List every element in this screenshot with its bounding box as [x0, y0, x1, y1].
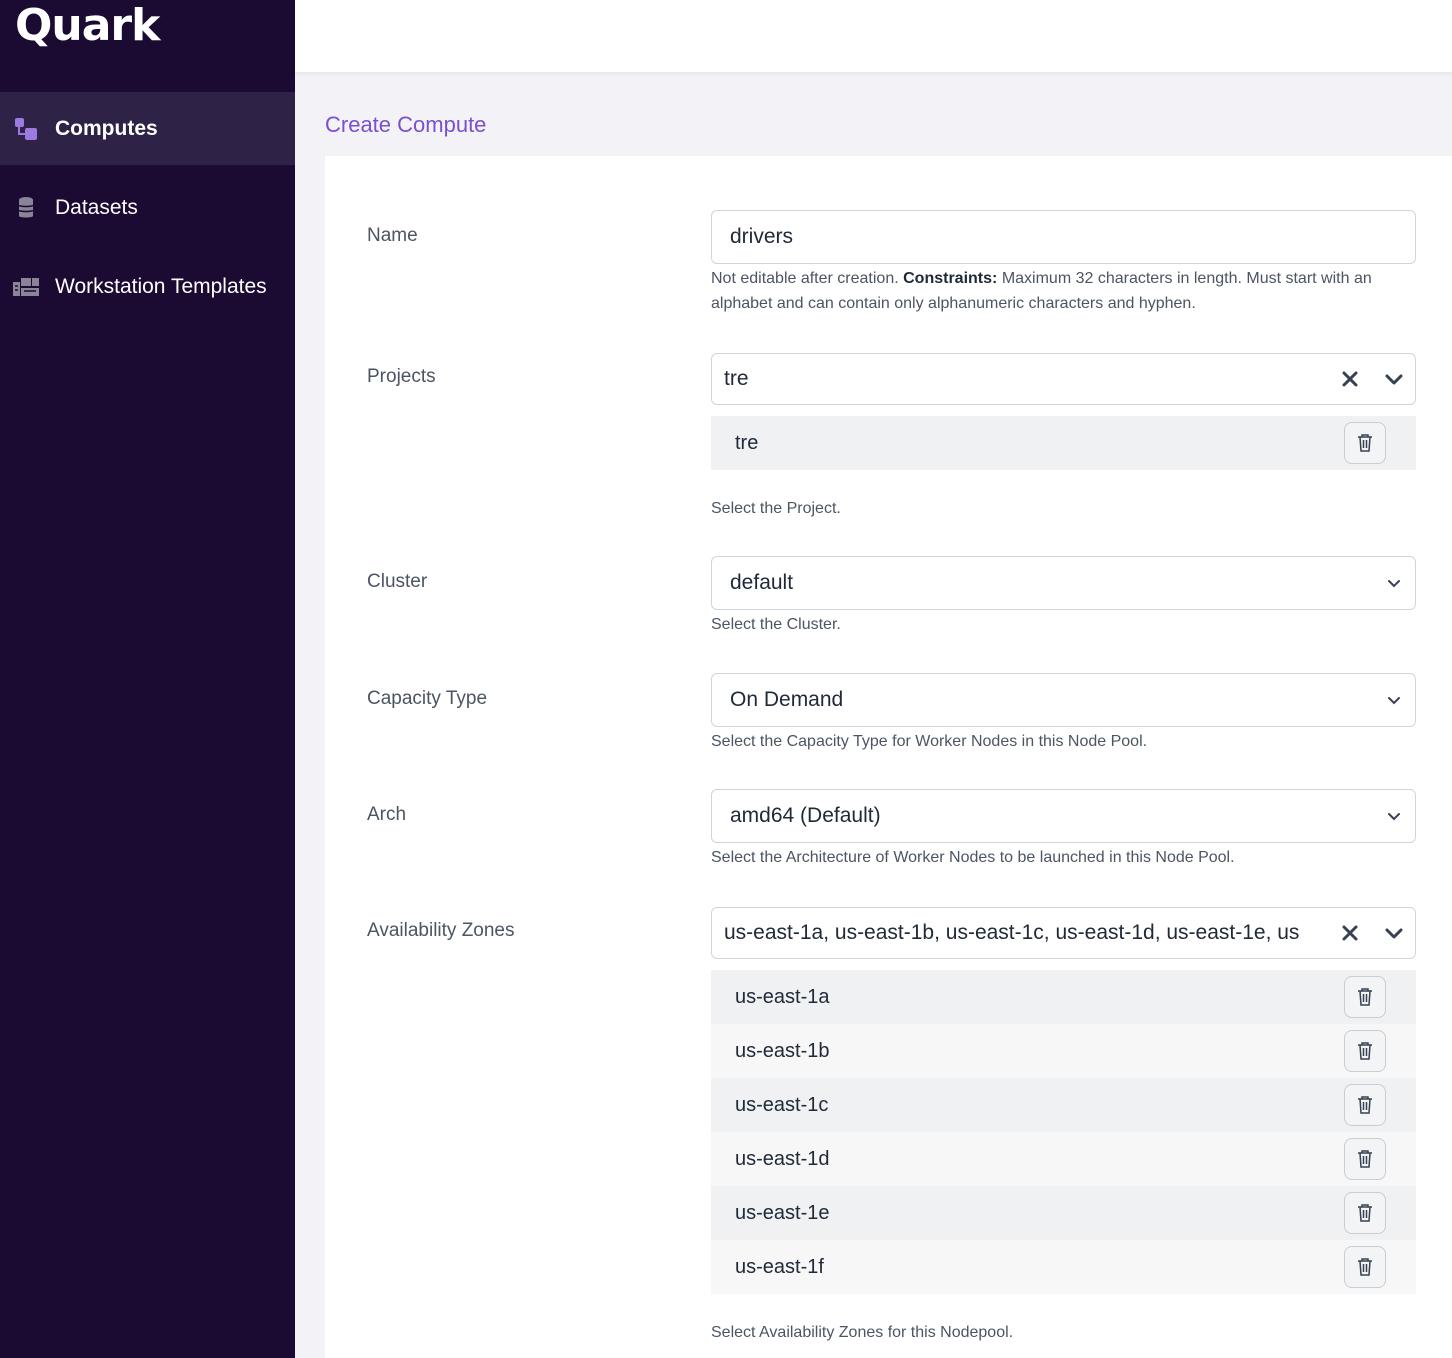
remove-zone-button[interactable] [1344, 1030, 1386, 1072]
cluster-select-value: default [730, 571, 794, 594]
capacity-type-select[interactable]: On Demand [711, 673, 1416, 727]
zone-chip: us-east-1e [711, 1186, 1416, 1240]
chevron-down-icon [1388, 813, 1400, 821]
remove-project-button[interactable] [1344, 422, 1386, 464]
arch-label: Arch [367, 804, 407, 825]
zone-chip-label: us-east-1a [735, 985, 830, 1008]
clear-icon[interactable] [1339, 368, 1361, 390]
sidebar-item-datasets[interactable]: Datasets [0, 171, 295, 244]
trash-icon [1358, 1042, 1372, 1060]
cluster-help: Select the Cluster. [711, 616, 841, 633]
app-logo[interactable]: Quark [15, 0, 160, 52]
availability-zones-help: Select Availability Zones for this Nodep… [711, 1324, 1014, 1341]
sidebar-item-computes[interactable]: Computes [0, 92, 295, 165]
project-chip-label: tre [735, 431, 759, 454]
name-label: Name [367, 225, 418, 246]
remove-zone-button[interactable] [1344, 1084, 1386, 1126]
zone-chip-label: us-east-1d [735, 1147, 830, 1170]
zone-chip: us-east-1c [711, 1078, 1416, 1132]
arch-select-value: amd64 (Default) [730, 804, 881, 827]
computes-icon [12, 115, 40, 143]
name-input[interactable]: drivers [711, 210, 1416, 264]
name-help: Not editable after creation. Constraints… [711, 266, 1416, 316]
sidebar-item-label: Computes [55, 116, 158, 140]
projects-select[interactable]: tre [711, 353, 1416, 405]
zone-chip: us-east-1d [711, 1132, 1416, 1186]
trash-icon [1358, 1204, 1372, 1222]
remove-zone-button[interactable] [1344, 1138, 1386, 1180]
name-input-value: drivers [730, 225, 794, 248]
availability-zones-label: Availability Zones [367, 920, 515, 941]
chevron-down-icon[interactable] [1383, 368, 1405, 390]
zone-chip: us-east-1a [711, 970, 1416, 1024]
projects-select-value: tre [724, 367, 749, 390]
capacity-type-help: Select the Capacity Type for Worker Node… [711, 733, 1148, 750]
trash-icon [1358, 434, 1372, 452]
availability-zones-select-value: us-east-1a, us-east-1b, us-east-1c, us-e… [724, 921, 1300, 944]
name-help-constraints: Constraints: [903, 270, 998, 287]
remove-zone-button[interactable] [1344, 1246, 1386, 1288]
trash-icon [1358, 1096, 1372, 1114]
project-chip: tre [711, 416, 1416, 470]
zone-chip-label: us-east-1e [735, 1201, 830, 1224]
remove-zone-button[interactable] [1344, 976, 1386, 1018]
arch-help: Select the Architecture of Worker Nodes … [711, 849, 1235, 866]
cluster-select[interactable]: default [711, 556, 1416, 610]
cluster-label: Cluster [367, 571, 428, 592]
clear-icon[interactable] [1339, 922, 1361, 944]
arch-select[interactable]: amd64 (Default) [711, 789, 1416, 843]
page-title: Create Compute [325, 112, 487, 137]
trash-icon [1358, 988, 1372, 1006]
sidebar: Quark Computes Datasets Workstation Temp… [0, 0, 295, 1358]
projects-help: Select the Project. [711, 500, 841, 517]
top-bar [295, 0, 1452, 72]
chevron-down-icon [1388, 697, 1400, 705]
trash-icon [1358, 1258, 1372, 1276]
chevron-down-icon [1388, 580, 1400, 588]
templates-icon [12, 273, 40, 301]
remove-zone-button[interactable] [1344, 1192, 1386, 1234]
capacity-type-label: Capacity Type [367, 688, 488, 709]
chevron-down-icon[interactable] [1383, 922, 1405, 944]
sidebar-item-workstation-templates[interactable]: Workstation Templates [0, 250, 295, 323]
zone-chip-label: us-east-1f [735, 1255, 824, 1278]
capacity-type-select-value: On Demand [730, 688, 844, 711]
projects-label: Projects [367, 366, 436, 387]
sidebar-item-label: Workstation Templates [55, 274, 267, 298]
name-help-prefix: Not editable after creation. [711, 270, 899, 287]
zone-chip-label: us-east-1b [735, 1039, 830, 1062]
sidebar-item-label: Datasets [55, 195, 138, 219]
zone-chip: us-east-1f [711, 1240, 1416, 1294]
zone-chip-label: us-east-1c [735, 1093, 829, 1116]
database-icon [12, 194, 40, 222]
trash-icon [1358, 1150, 1372, 1168]
availability-zones-select[interactable]: us-east-1a, us-east-1b, us-east-1c, us-e… [711, 907, 1416, 959]
zone-chip: us-east-1b [711, 1024, 1416, 1078]
